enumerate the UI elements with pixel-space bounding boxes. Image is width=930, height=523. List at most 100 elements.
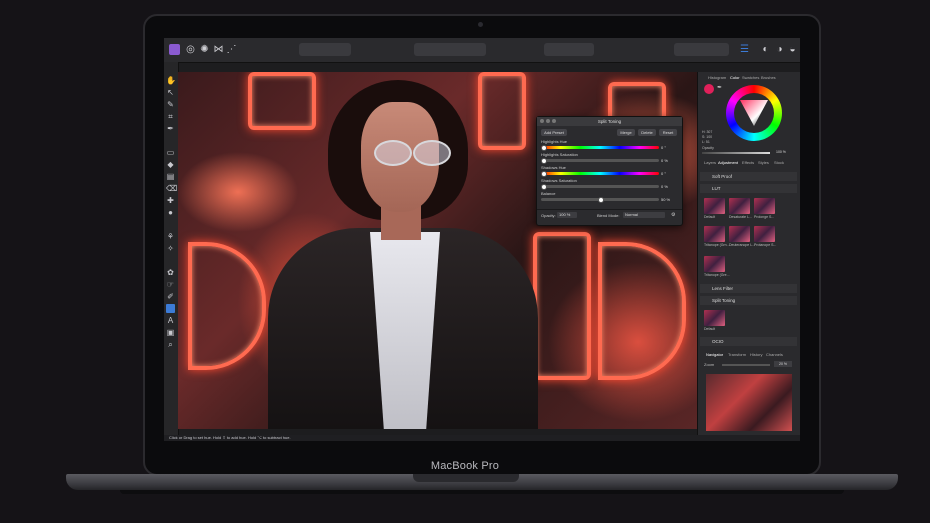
preset-thumbnail[interactable]	[704, 198, 725, 214]
tab-navigator[interactable]: Navigator	[706, 351, 723, 358]
tab-adjustment[interactable]: Adjustment	[718, 159, 738, 166]
lightness-value: L: 51	[702, 140, 710, 144]
blend-mode-select[interactable]: Normal	[623, 212, 665, 218]
blend-mode-label: Blend Mode:	[597, 213, 620, 218]
highlights-saturation-value[interactable]: 0 %	[661, 158, 668, 163]
adjustment-ocio[interactable]: OCIO	[700, 337, 797, 346]
tab-brushes[interactable]: Brushes	[761, 74, 776, 81]
tab-layers[interactable]: Layers	[704, 159, 716, 166]
preset-thumbnail[interactable]	[754, 226, 775, 242]
highlights-hue-slider[interactable]	[541, 145, 659, 151]
eyedropper-icon[interactable]: ✒	[717, 84, 722, 91]
brush-tool-icon[interactable]: ✎	[166, 100, 175, 109]
adjustment-split-toning[interactable]: Split Toning	[700, 296, 797, 305]
laptop-brand-label: MacBook Pro	[430, 460, 500, 472]
text-tool-icon[interactable]: A	[166, 316, 175, 325]
shape-tool-icon[interactable]	[166, 304, 175, 313]
preset-thumbnail[interactable]	[704, 226, 725, 242]
selection-tool-icon[interactable]: ▭	[166, 148, 175, 157]
adjustment-lut[interactable]: LUT	[700, 184, 797, 193]
blur-tool-icon[interactable]: ✧	[166, 244, 175, 253]
gradient-tool-icon[interactable]: ▤	[166, 172, 175, 181]
navigator-preview[interactable]	[706, 374, 792, 431]
preset-label: Default	[704, 327, 716, 331]
pen-tool-icon[interactable]: ✒	[166, 124, 175, 133]
balance-slider[interactable]	[541, 197, 659, 203]
frame-tool-icon[interactable]: ▣	[166, 328, 175, 337]
primary-color-swatch[interactable]	[704, 84, 714, 94]
dodge-tool-icon[interactable]: ●	[166, 208, 175, 217]
align-icon[interactable]: ☰	[739, 44, 750, 55]
camera-dot	[478, 22, 483, 27]
crop-tool-icon[interactable]: ⌗	[166, 112, 175, 121]
view-icon[interactable]: ◒	[787, 44, 798, 55]
balance-value[interactable]: 50 %	[661, 197, 670, 202]
studio-icon[interactable]: ◐	[760, 44, 771, 55]
tab-styles[interactable]: Styles	[758, 159, 769, 166]
highlights-hue-label: Highlights Hue	[541, 139, 568, 144]
shadows-saturation-value[interactable]: 0 %	[661, 184, 668, 189]
tab-history[interactable]: History	[750, 351, 762, 358]
divider	[537, 209, 682, 210]
neon-sign-letter	[188, 242, 266, 370]
adjustment-lens-filter[interactable]: Lens Filter	[700, 284, 797, 293]
tab-stock[interactable]: Stock	[774, 159, 784, 166]
sponge-tool-icon[interactable]: ✿	[166, 268, 175, 277]
gear-icon[interactable]: ⚙	[671, 212, 675, 218]
shadows-hue-slider[interactable]	[541, 171, 659, 177]
maximize-icon[interactable]	[552, 119, 556, 123]
retouch-tool-icon[interactable]: ✚	[166, 196, 175, 205]
liquify-persona-icon[interactable]: ✺	[199, 44, 210, 55]
adjust-group[interactable]	[299, 43, 351, 56]
reset-button[interactable]: Reset	[659, 129, 677, 136]
neon-sign-letter	[478, 72, 526, 150]
tab-channels[interactable]: Channels	[766, 351, 783, 358]
pixel-persona-icon[interactable]: ◎	[185, 44, 196, 55]
tab-effects[interactable]: Effects	[742, 159, 754, 166]
preset-thumbnail[interactable]	[729, 226, 750, 242]
fill-tool-icon[interactable]: ◆	[166, 160, 175, 169]
shadows-saturation-label: Shadows Saturation	[541, 178, 577, 183]
balance-label: Balance	[541, 191, 556, 196]
tab-histogram[interactable]: Histogram	[708, 74, 726, 81]
move-tool-icon[interactable]: ↖	[166, 88, 175, 97]
delete-button[interactable]: Delete	[638, 129, 656, 136]
adjustment-soft-proof[interactable]: Soft Proof	[700, 172, 797, 181]
selection-group[interactable]	[414, 43, 486, 56]
tab-transform[interactable]: Transform	[728, 351, 746, 358]
mask-group[interactable]	[544, 43, 594, 56]
smudge-tool-icon[interactable]: ☞	[166, 280, 175, 289]
tab-swatches[interactable]: Swatches	[742, 74, 759, 81]
highlights-hue-value[interactable]: 0 °	[661, 145, 666, 150]
arrange-group[interactable]	[674, 43, 729, 56]
merge-button[interactable]: Merge	[617, 129, 635, 136]
preset-thumbnail[interactable]	[704, 310, 725, 326]
highlights-saturation-slider[interactable]	[541, 158, 659, 164]
develop-persona-icon[interactable]: ⋈	[213, 44, 224, 55]
add-preset-button[interactable]: Add Preset	[541, 129, 567, 136]
clone-tool-icon[interactable]: ⚘	[166, 232, 175, 241]
preset-thumbnail[interactable]	[729, 198, 750, 214]
zoom-tool-icon[interactable]: ⌕	[166, 340, 175, 349]
hand-tool-icon[interactable]: ✋	[166, 76, 176, 85]
preset-thumbnail[interactable]	[754, 198, 775, 214]
zoom-field[interactable]: 20 %	[774, 361, 792, 367]
snapping-icon[interactable]: ◑	[774, 44, 785, 55]
close-icon[interactable]	[540, 119, 544, 123]
preset-label: Tritanope (Gre...	[704, 273, 730, 277]
saturation-value: S: 100	[702, 135, 713, 139]
zoom-slider[interactable]	[722, 364, 770, 366]
minimize-icon[interactable]	[546, 119, 550, 123]
opacity-slider[interactable]	[702, 152, 770, 154]
shadows-saturation-slider[interactable]	[541, 184, 659, 190]
preset-label: Desaturate L...	[729, 215, 752, 219]
app-logo-icon[interactable]	[169, 44, 180, 55]
preset-thumbnail[interactable]	[704, 256, 725, 272]
tab-color[interactable]: Color	[730, 74, 740, 81]
eraser-tool-icon[interactable]: ⌫	[166, 184, 177, 193]
shadows-hue-value[interactable]: 0 °	[661, 171, 666, 176]
color-picker-tool-icon[interactable]: ✐	[166, 292, 175, 301]
export-persona-icon[interactable]: ⋰	[226, 44, 237, 55]
opacity-value[interactable]: 100 %	[776, 150, 786, 154]
opacity-field[interactable]: 100 %	[557, 212, 577, 218]
